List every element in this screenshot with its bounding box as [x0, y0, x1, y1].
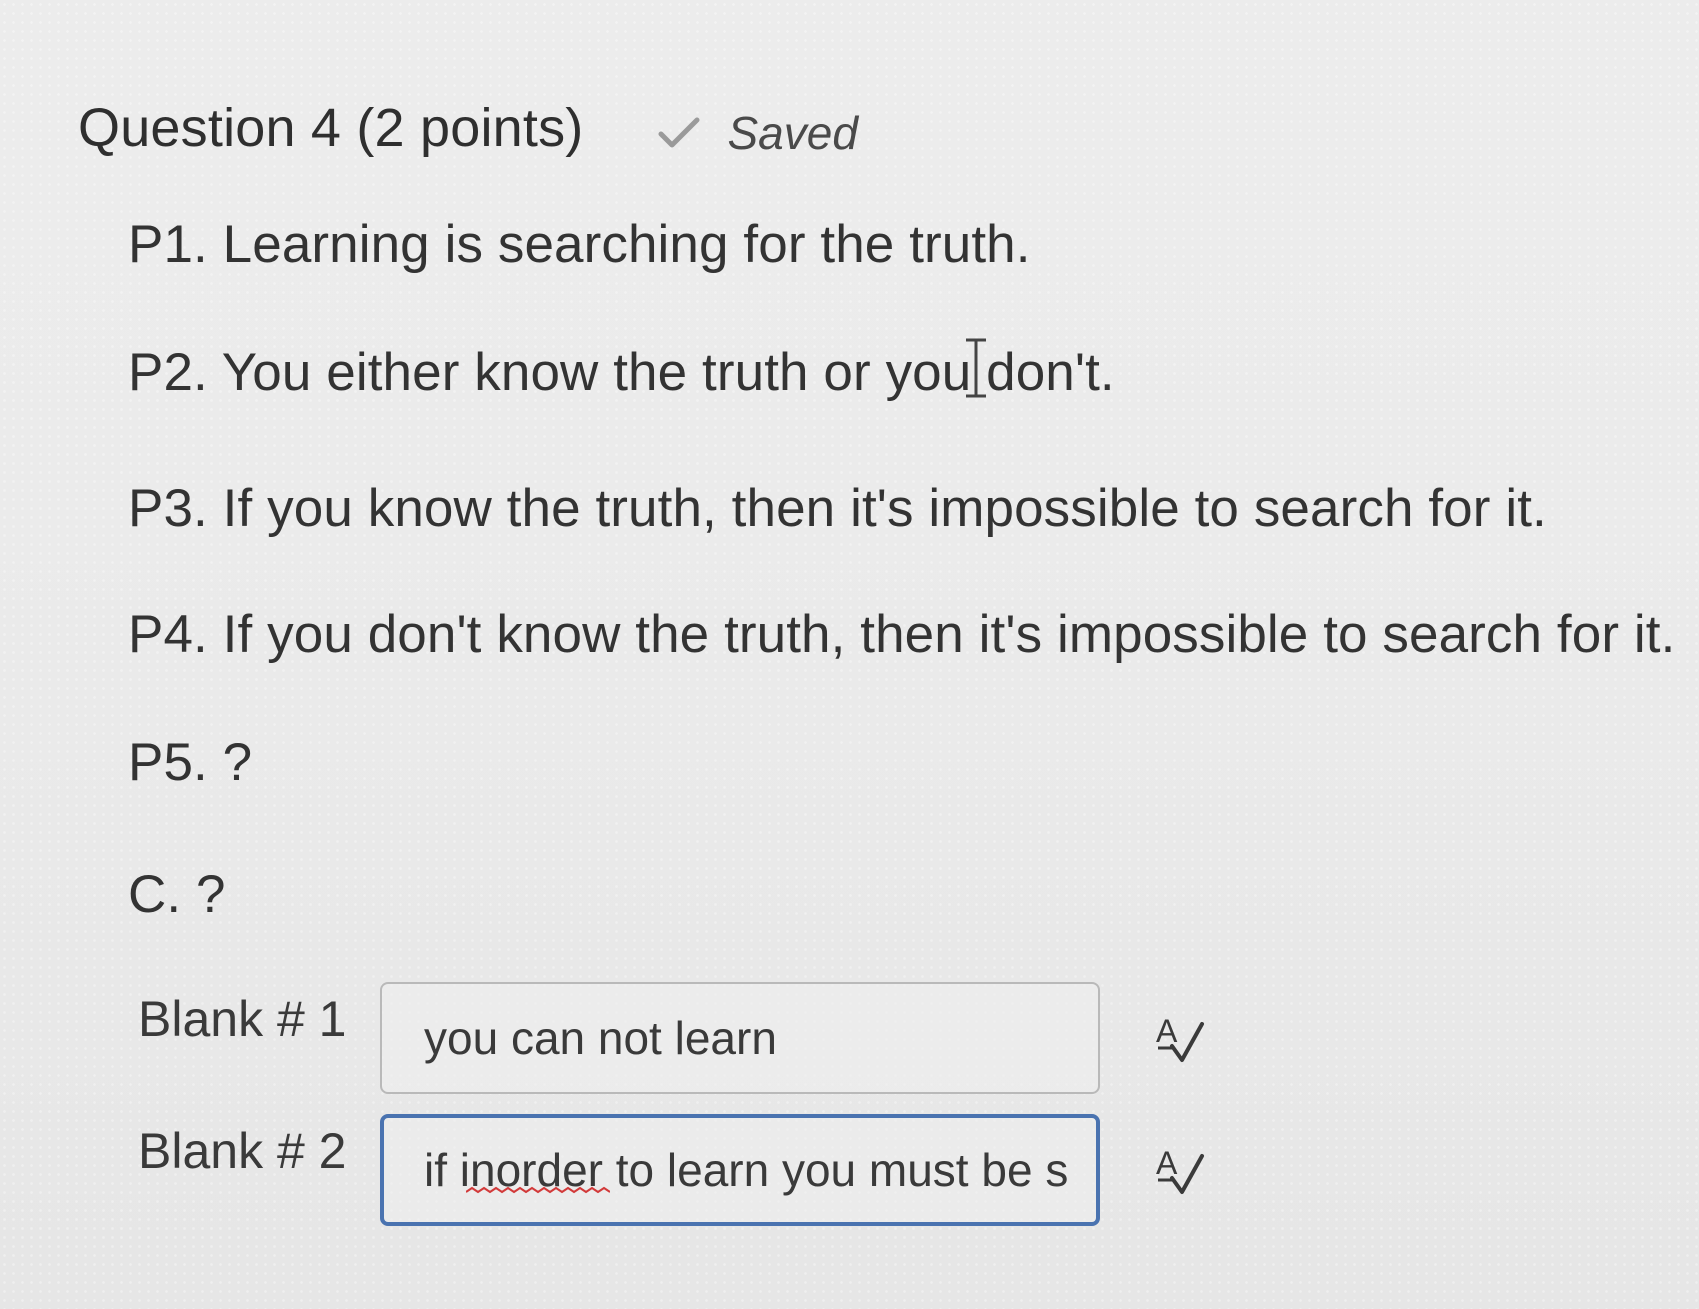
- spellcheck-icon[interactable]: A: [1150, 1140, 1210, 1200]
- conclusion: C. ?: [128, 865, 226, 924]
- saved-label: Saved: [727, 107, 858, 159]
- question-title: Question 4 (2 points): [78, 98, 584, 158]
- premise-p1: P1. Learning is searching for the truth.: [128, 215, 1031, 274]
- svg-text:A: A: [1156, 1145, 1178, 1181]
- text-cursor-icon: [966, 338, 986, 398]
- blank-label-1: Blank # 1: [138, 991, 347, 1047]
- blank-1-input[interactable]: [380, 982, 1100, 1094]
- premise-p3: P3. If you know the truth, then it's imp…: [128, 479, 1547, 538]
- saved-status: Saved: [657, 106, 858, 160]
- svg-text:A: A: [1156, 1013, 1178, 1049]
- check-icon: [658, 117, 700, 148]
- spelling-error-underline: [466, 1186, 610, 1194]
- blank-row-1: Blank # 1 A: [138, 982, 1210, 1094]
- question-header: Question 4 (2 points) Saved: [78, 96, 858, 160]
- blank-row-2: Blank # 2 A: [138, 1114, 1210, 1226]
- premise-p5: P5. ?: [128, 733, 253, 792]
- blank-label-2: Blank # 2: [138, 1123, 347, 1179]
- premise-p4: P4. If you don't know the truth, then it…: [128, 605, 1676, 664]
- spellcheck-icon[interactable]: A: [1150, 1008, 1210, 1068]
- blank-2-input[interactable]: [380, 1114, 1100, 1226]
